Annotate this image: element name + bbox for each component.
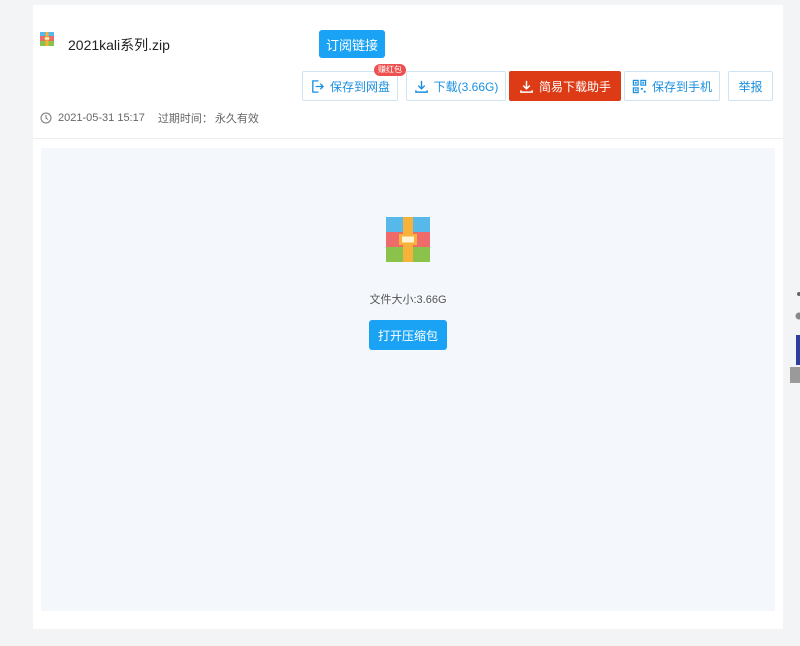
download-button[interactable]: 下载(3.66G) xyxy=(406,71,506,101)
file-preview-area: 文件大小:3.66G 打开压缩包 xyxy=(41,148,775,611)
clock-icon xyxy=(40,112,52,124)
red-packet-badge: 赚红包 xyxy=(374,64,406,76)
report-button[interactable]: 举报 xyxy=(728,71,773,101)
cloud-save-icon xyxy=(312,79,325,93)
save-to-phone-button[interactable]: 保存到手机 xyxy=(624,71,720,101)
save-to-cloud-label: 保存到网盘 xyxy=(329,79,390,94)
divider xyxy=(33,138,783,139)
download-assistant-label: 简易下载助手 xyxy=(538,79,611,94)
download-assistant-button[interactable]: 简易下载助手 xyxy=(509,71,621,101)
qr-phone-icon xyxy=(632,79,647,93)
subscribe-link-button[interactable]: 订阅链接 xyxy=(319,30,385,58)
download-icon xyxy=(414,80,428,93)
file-card: 2021kali系列.zip 订阅链接 保存到网盘 赚红包 下载(3.66G) … xyxy=(33,5,783,629)
file-size-text: 文件大小:3.66G xyxy=(369,294,447,306)
expire-value: 永久有效 xyxy=(214,113,259,125)
file-meta: 2021-05-31 15:17 过期时间： 永久有效 xyxy=(40,111,259,125)
file-date: 2021-05-31 15:17 xyxy=(58,112,145,124)
file-name: 2021kali系列.zip xyxy=(68,37,170,53)
open-archive-button[interactable]: 打开压缩包 xyxy=(369,320,447,350)
download-label: 下载(3.66G) xyxy=(433,79,499,94)
archive-icon xyxy=(386,217,430,262)
expire-label: 过期时间： xyxy=(157,113,213,125)
save-to-phone-label: 保存到手机 xyxy=(651,79,712,94)
download-icon xyxy=(520,80,533,93)
side-floating-widget[interactable] xyxy=(790,285,800,385)
archive-icon xyxy=(40,32,54,46)
